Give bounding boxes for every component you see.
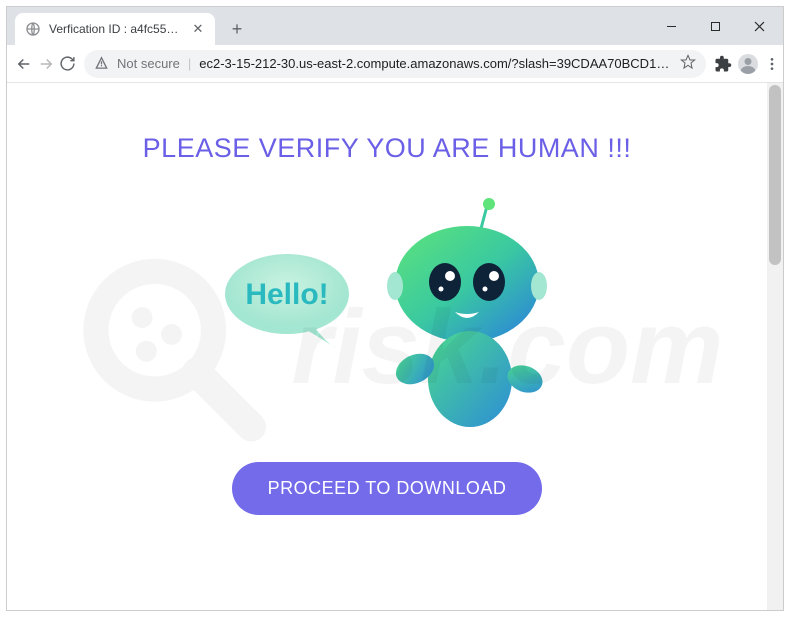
page-content: PLEASE VERIFY YOU ARE HUMAN !!! Hello! — [7, 83, 783, 610]
url-text: ec2-3-15-212-30.us-east-2.compute.amazon… — [199, 56, 672, 71]
security-label: Not secure — [117, 56, 180, 71]
page-heading: PLEASE VERIFY YOU ARE HUMAN !!! — [143, 133, 632, 164]
extensions-button[interactable] — [714, 49, 732, 79]
speech-bubble-icon: Hello! — [217, 249, 367, 364]
outer-frame: Verfication ID : a4fc552197d13d5 ✕ + — [0, 0, 790, 617]
page-body: PLEASE VERIFY YOU ARE HUMAN !!! Hello! — [7, 83, 767, 610]
forward-button[interactable] — [37, 49, 55, 79]
browser-window: Verfication ID : a4fc552197d13d5 ✕ + — [6, 6, 784, 611]
window-controls — [649, 7, 781, 45]
insecure-icon — [94, 55, 109, 73]
profile-button[interactable] — [736, 49, 760, 79]
window-titlebar: Verfication ID : a4fc552197d13d5 ✕ + — [7, 7, 783, 45]
separator: | — [188, 56, 191, 71]
proceed-button[interactable]: PROCEED TO DOWNLOAD — [232, 462, 543, 515]
minimize-button[interactable] — [649, 11, 693, 41]
scrollbar-thumb[interactable] — [769, 85, 781, 265]
maximize-button[interactable] — [693, 11, 737, 41]
browser-tab[interactable]: Verfication ID : a4fc552197d13d5 ✕ — [15, 13, 215, 45]
menu-button[interactable] — [764, 49, 780, 79]
scrollbar-track[interactable] — [767, 83, 783, 610]
new-tab-button[interactable]: + — [223, 15, 251, 43]
address-bar[interactable]: Not secure | ec2-3-15-212-30.us-east-2.c… — [84, 50, 706, 78]
back-button[interactable] — [15, 49, 33, 79]
reload-button[interactable] — [59, 49, 76, 79]
robot-icon — [367, 194, 557, 434]
close-window-button[interactable] — [737, 11, 781, 41]
globe-icon — [25, 21, 41, 37]
browser-toolbar: Not secure | ec2-3-15-212-30.us-east-2.c… — [7, 45, 783, 83]
close-tab-icon[interactable]: ✕ — [191, 22, 205, 36]
bookmark-star-icon[interactable] — [680, 54, 696, 73]
speech-text: Hello! — [245, 278, 328, 311]
tab-title: Verfication ID : a4fc552197d13d5 — [49, 22, 183, 36]
robot-illustration: Hello! — [217, 194, 557, 444]
